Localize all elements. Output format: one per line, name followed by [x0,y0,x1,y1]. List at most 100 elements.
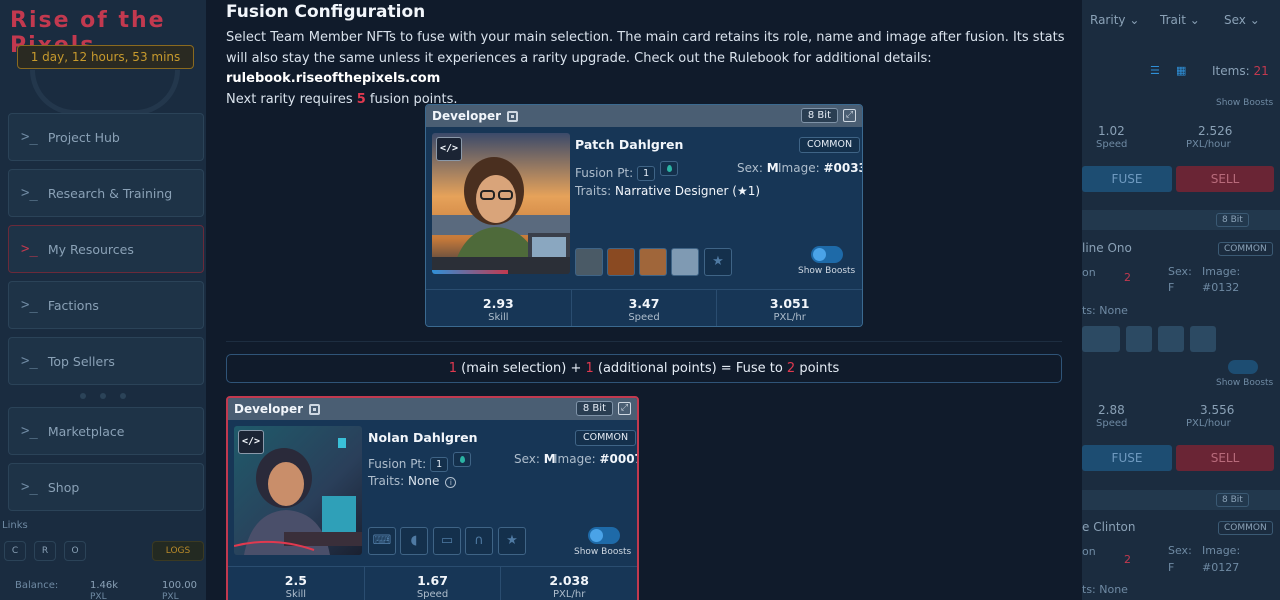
fusion-candidate-card[interactable]: Developer 8 Bit ⤢ </> Nolan Dahlgren COM… [226,396,639,600]
nav-marketplace[interactable]: >_ Marketplace [8,407,204,455]
nav-divider-dots [80,393,126,399]
nav-label: My Resources [47,241,134,257]
character-portrait: </> [432,133,570,274]
expand-icon[interactable]: ⤢ [843,109,856,122]
stat-skill: 2.93 Skill [426,290,572,326]
card2-fuse-button[interactable]: FUSE [1082,445,1172,471]
keyboard-slot-icon[interactable]: ⌨ [368,527,396,555]
sidebar: Rise of the Pixels 1 day, 12 hours, 53 m… [0,0,206,600]
link-o-button[interactable]: O [64,541,86,561]
nav-label: Research & Training [47,185,173,201]
balance-value-1: 1.46k [90,580,119,591]
stat-label: Speed [416,589,449,600]
show-boosts-label: Show Boosts [798,266,856,276]
main-text: (main selection) + [457,361,586,376]
traits-field: Traits: None i [368,474,457,488]
chevron-down-icon: ⌄ [1189,13,1200,27]
traits-field: Traits: Narrative Designer (★1) [575,184,760,198]
stat-label: Speed [628,312,660,323]
stat-value: 3.47 [628,296,660,311]
card1-sell-button[interactable]: SELL [1176,166,1274,192]
chevron-right-icon: >_ [21,185,38,201]
nav-research-training[interactable]: >_ Research & Training [8,169,204,217]
card2-boosts-toggle[interactable] [1228,360,1258,374]
card2-header [1082,210,1280,230]
mouse-item-icon[interactable] [607,248,635,276]
list-view-icon[interactable]: ☰ [1150,64,1160,77]
stat-label: PXL/hr [553,589,586,600]
total-text: points [795,361,840,376]
traits-label: Traits: [575,184,612,198]
qr-code-icon[interactable] [309,403,321,415]
show-boosts-label: Show Boosts [574,547,632,557]
main-nft-card[interactable]: Developer 8 Bit ⤢ </> Patch Dahlgren COM… [425,104,863,327]
card-stats: 2.5 Skill 1.67 Speed 2.038 PXL/hr [228,566,637,600]
filter-rarity[interactable]: Rarity ⌄ [1090,13,1139,27]
rulebook-link[interactable]: rulebook.riseofthepixels.com [226,71,440,86]
card3-sex: F [1168,561,1175,574]
filter-label: Rarity [1090,13,1126,27]
card2-pxl: 3.556 [1200,403,1235,417]
item-thumbnail [1094,326,1120,352]
card-name: Patch Dahlgren [575,137,684,152]
card1-fuse-button[interactable]: FUSE [1082,166,1172,192]
nav-factions[interactable]: >_ Factions [8,281,204,329]
sex-field: Sex: M [514,452,556,466]
nav-shop[interactable]: >_ Shop [8,463,204,511]
stat-label: Skill [285,589,307,600]
image-field: Image: #0007 [554,452,637,466]
card-body: </> Patch Dahlgren COMMON Fusion Pt: 1 Se… [426,127,862,289]
show-boosts-label: Show Boosts [1216,98,1274,108]
sex-label: Sex: [737,161,763,175]
bit-badge: 8 Bit [800,108,838,123]
image-field: Image: #0033 [778,161,863,175]
gamepad-icon [30,70,180,115]
show-boosts-toggle[interactable] [588,527,620,544]
grid-view-icon[interactable]: ▦ [1176,64,1186,77]
star-slot-icon[interactable]: ★ [498,527,526,555]
expand-icon[interactable]: ⤢ [618,402,631,415]
character-portrait: </> [234,426,362,555]
stat-label: Skill [488,312,509,323]
logs-button[interactable]: LOGS [152,541,204,561]
filter-trait[interactable]: Trait ⌄ [1160,13,1200,27]
stat-label: PXL/hr [773,312,806,323]
desk-item-icon[interactable] [671,248,699,276]
card2-sex: F [1168,281,1175,294]
show-boosts-toggle[interactable] [811,246,843,263]
rarity-badge: COMMON [575,430,637,446]
card2-rarity: COMMON [1218,242,1273,256]
droplet-icon [660,161,679,176]
info-icon[interactable]: i [445,477,457,488]
monitor-slot-icon[interactable]: ▭ [433,527,461,555]
card2-sell-button[interactable]: SELL [1176,445,1274,471]
chevron-right-icon: >_ [21,479,38,495]
total-points: 2 [786,361,796,376]
chevron-down-icon: ⌄ [1249,13,1260,27]
stat-pxl: 2.038 PXL/hr [501,567,637,600]
filter-sex[interactable]: Sex ⌄ [1224,13,1260,27]
nav-project-hub[interactable]: >_ Project Hub [8,113,204,161]
image-value: #0033 [823,161,863,175]
mouse-slot-icon[interactable]: ◖ [400,527,428,555]
star-slot-icon[interactable]: ★ [704,248,732,276]
card2-skill-label: Speed [1096,418,1128,429]
monitor-item-icon[interactable] [639,248,667,276]
keyboard-item-icon[interactable] [575,248,603,276]
filter-label: Trait [1160,13,1186,27]
card3-sex-label: Sex: [1168,544,1192,557]
additional-points: 1 [585,361,594,376]
link-r-button[interactable]: R [34,541,56,561]
headphones-slot-icon[interactable]: ∩ [465,527,493,555]
skill-progress-bar [432,270,508,274]
card-header: Developer 8 Bit ⤢ [228,398,637,420]
links-label: Links [2,520,28,531]
items-value: 21 [1253,64,1269,78]
nav-top-sellers[interactable]: >_ Top Sellers [8,337,204,385]
image-label: Image: [778,161,820,175]
link-c-button[interactable]: C [4,541,26,561]
qr-code-icon[interactable] [507,110,519,122]
card3-header [1082,490,1280,510]
stat-speed: 1.67 Speed [365,567,502,600]
nav-my-resources[interactable]: >_ My Resources [8,225,204,273]
